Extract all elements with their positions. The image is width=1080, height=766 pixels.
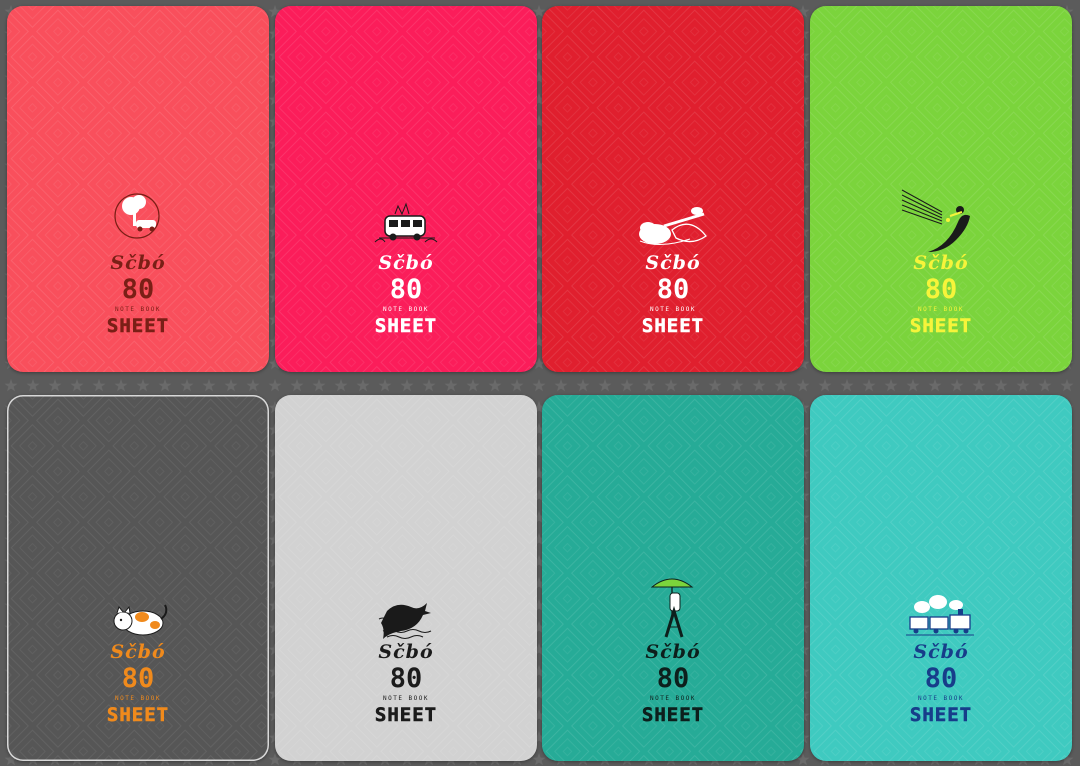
notebook-cover[interactable]: Sčbó 80 NOTE BOOK SHEET xyxy=(542,395,804,761)
sheet-count: 80 xyxy=(121,274,155,305)
note-book-label: NOTE BOOK xyxy=(649,695,696,702)
brand-logo: Sčbó xyxy=(645,641,701,663)
brand-logo: Sčbó xyxy=(645,252,701,274)
notebook-cover[interactable]: Sčbó 80 NOTE BOOK SHEET xyxy=(542,6,804,372)
sheet-label: SHEET xyxy=(106,315,170,338)
brand-logo: Sčbó xyxy=(110,252,166,274)
sheet-label: SHEET xyxy=(641,315,705,338)
brand-logo: Sčbó xyxy=(378,641,434,663)
sheet-count: 80 xyxy=(656,663,690,694)
sheet-label: SHEET xyxy=(909,315,973,338)
sheet-label: SHEET xyxy=(909,704,973,727)
sheet-count: 80 xyxy=(389,274,423,305)
note-book-label: NOTE BOOK xyxy=(382,306,429,313)
sheet-count: 80 xyxy=(656,274,690,305)
sheet-label: SHEET xyxy=(641,704,705,727)
sheet-label: SHEET xyxy=(374,704,438,727)
notebook-cover[interactable]: Sčbó 80 NOTE BOOK SHEET xyxy=(7,6,269,372)
sheet-count: 80 xyxy=(924,663,958,694)
sheet-label: SHEET xyxy=(106,704,170,727)
note-book-label: NOTE BOOK xyxy=(917,695,964,702)
notebook-cover[interactable]: Sčbó 80 NOTE BOOK SHEET xyxy=(275,395,537,761)
sheet-count: 80 xyxy=(389,663,423,694)
brand-logo: Sčbó xyxy=(913,641,969,663)
notebook-cover[interactable]: Sčbó 80 NOTE BOOK SHEET xyxy=(810,395,1072,761)
note-book-label: NOTE BOOK xyxy=(382,695,429,702)
sheet-label: SHEET xyxy=(374,315,438,338)
sheet-count: 80 xyxy=(121,663,155,694)
notebook-cover[interactable]: Sčbó 80 NOTE BOOK SHEET xyxy=(7,395,269,761)
note-book-label: NOTE BOOK xyxy=(649,306,696,313)
note-book-label: NOTE BOOK xyxy=(917,306,964,313)
note-book-label: NOTE BOOK xyxy=(114,695,161,702)
brand-logo: Sčbó xyxy=(378,252,434,274)
note-book-label: NOTE BOOK xyxy=(114,306,161,313)
notebook-cover[interactable]: Sčbó 80 NOTE BOOK SHEET xyxy=(275,6,537,372)
sheet-count: 80 xyxy=(924,274,958,305)
brand-logo: Sčbó xyxy=(110,641,166,663)
notebook-cover-grid: Sčbó 80 NOTE BOOK SHEET Sčbó 80 NOTE BOO… xyxy=(0,0,1080,766)
notebook-cover[interactable]: Sčbó 80 NOTE BOOK SHEET xyxy=(810,6,1072,372)
brand-logo: Sčbó xyxy=(913,252,969,274)
